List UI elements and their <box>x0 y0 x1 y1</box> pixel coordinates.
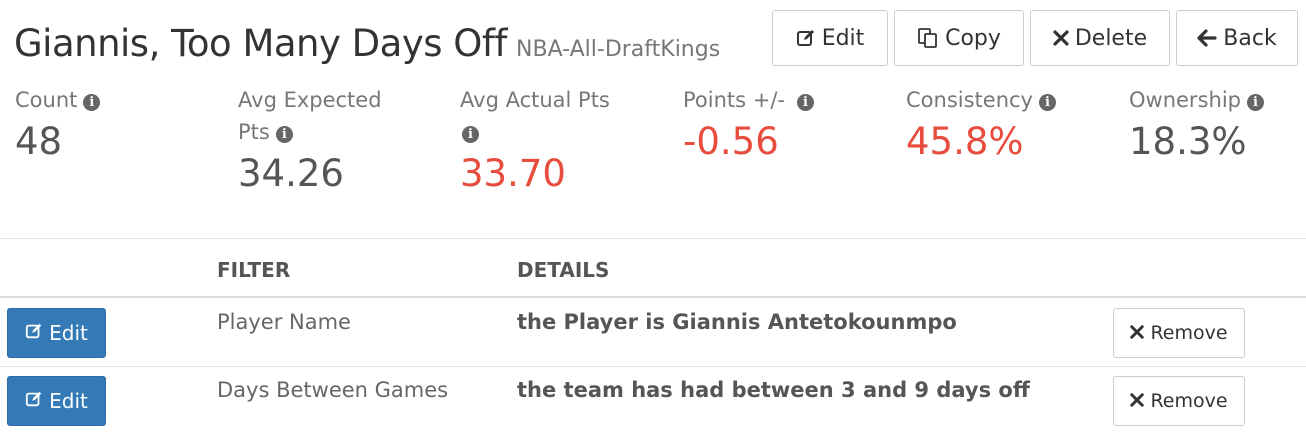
column-header-filter: FILTER <box>217 258 291 282</box>
stat-value: 48 <box>15 120 63 163</box>
row-edit-button[interactable]: Edit <box>7 376 106 426</box>
stat-consistency: Consistency i 45.8% <box>906 84 1106 164</box>
pencil-square-icon <box>25 321 43 345</box>
stat-value: 45.8% <box>906 120 1024 163</box>
stat-ownership: Ownership i 18.3% <box>1129 84 1299 164</box>
stat-count: Count i 48 <box>15 84 215 164</box>
row-remove-label: Remove <box>1150 322 1228 344</box>
edit-button-label: Edit <box>821 25 865 51</box>
stat-label: Consistency i <box>906 84 1106 116</box>
back-button-label: Back <box>1223 25 1277 51</box>
stat-label: Avg Actual Pts i <box>460 88 610 143</box>
stat-value: 34.26 <box>238 152 344 195</box>
table-header-divider <box>0 296 1306 298</box>
close-icon <box>1130 390 1145 412</box>
info-icon[interactable]: i <box>797 94 815 111</box>
row-filter-name: Player Name <box>217 310 351 334</box>
arrow-left-icon <box>1197 29 1217 47</box>
info-icon[interactable]: i <box>275 126 293 143</box>
row-remove-button[interactable]: Remove <box>1113 308 1245 358</box>
stat-value: -0.56 <box>683 120 779 163</box>
info-icon[interactable]: i <box>462 126 479 143</box>
row-remove-label: Remove <box>1150 390 1228 412</box>
stat-avg-actual-pts: Avg Actual Pts i 33.70 <box>460 84 660 196</box>
delete-button-label: Delete <box>1074 25 1148 51</box>
stat-label: Ownership i <box>1129 84 1299 116</box>
row-edit-label: Edit <box>49 321 88 345</box>
info-icon[interactable]: i <box>83 94 101 111</box>
stat-label: Count i <box>15 84 215 116</box>
row-filter-details: the team has had between 3 and 9 days of… <box>517 378 1030 402</box>
info-icon[interactable]: i <box>1246 94 1264 111</box>
close-icon <box>1130 322 1145 344</box>
page-title-group: Giannis, Too Many Days Off NBA-All-Draft… <box>14 22 720 65</box>
stat-label: Points +/- i <box>683 84 883 116</box>
stat-points-plus-minus: Points +/- i -0.56 <box>683 84 883 164</box>
copy-button-label: Copy <box>945 25 1001 51</box>
row-filter-details: the Player is Giannis Antetokounmpo <box>517 310 957 334</box>
delete-button[interactable]: Delete <box>1030 10 1170 66</box>
stat-value: 33.70 <box>460 152 566 195</box>
page-subtitle: NBA-All-DraftKings <box>516 37 721 62</box>
copy-icon <box>917 27 939 49</box>
stat-value: 18.3% <box>1129 120 1247 163</box>
row-edit-label: Edit <box>49 389 88 413</box>
row-divider <box>0 366 1306 367</box>
page-title: Giannis, Too Many Days Off <box>14 22 507 65</box>
row-remove-button[interactable]: Remove <box>1113 376 1245 426</box>
stat-avg-expected-pts: Avg Expected Pts i 34.26 <box>238 84 438 196</box>
back-button[interactable]: Back <box>1176 10 1298 66</box>
pencil-square-icon <box>796 28 816 48</box>
section-divider <box>0 238 1306 239</box>
row-edit-button[interactable]: Edit <box>7 308 106 358</box>
pencil-square-icon <box>25 389 43 413</box>
row-filter-name: Days Between Games <box>217 378 449 402</box>
edit-button[interactable]: Edit <box>772 10 888 66</box>
copy-button[interactable]: Copy <box>894 10 1024 66</box>
stat-label: Avg Expected Pts i <box>238 88 382 144</box>
column-header-details: DETAILS <box>517 258 610 282</box>
info-icon[interactable]: i <box>1038 94 1056 111</box>
close-icon <box>1053 30 1069 46</box>
